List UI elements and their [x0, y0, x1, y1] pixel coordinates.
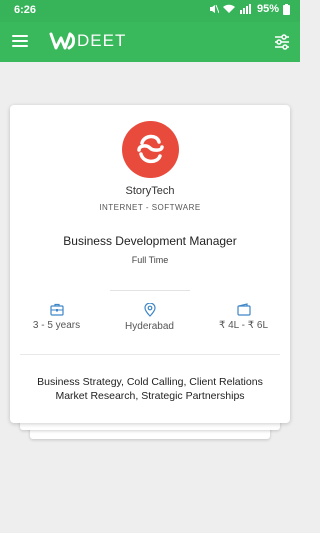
company-industry: INTERNET - SOFTWARE	[99, 203, 201, 212]
company-name: StoryTech	[125, 185, 175, 197]
location-value: Hyderabad	[125, 321, 174, 332]
skills-line: Market Research, Strategic Partnerships	[55, 390, 245, 402]
app-bar: DEET	[0, 22, 300, 62]
divider	[20, 354, 280, 355]
divider	[110, 290, 190, 291]
company-logo	[122, 121, 179, 178]
experience-meta: 3 - 5 years	[10, 303, 103, 331]
salary-meta: ₹ 4L - ₹ 6L	[197, 303, 290, 331]
job-title: Business Development Manager	[63, 234, 237, 248]
app-logo: DEET	[49, 31, 126, 51]
salary-value: ₹ 4L - ₹ 6L	[218, 320, 269, 331]
battery-icon	[283, 3, 290, 15]
wallet-icon	[236, 303, 251, 316]
skills-list: Business Strategy, Cold Calling, Client …	[10, 375, 290, 403]
location-meta: Hyderabad	[103, 303, 196, 332]
filter-sliders-icon[interactable]	[274, 34, 290, 50]
experience-value: 3 - 5 years	[32, 320, 81, 331]
status-bar: 6:26 95%	[0, 0, 300, 22]
location-pin-icon	[143, 303, 156, 317]
deet-logo-icon	[49, 32, 75, 50]
signal-icon	[239, 4, 251, 14]
storytech-logo-icon	[137, 134, 164, 164]
skills-line: Business Strategy, Cold Calling, Client …	[37, 376, 263, 388]
job-type: Full Time	[131, 255, 169, 265]
hamburger-menu-icon[interactable]	[12, 35, 28, 49]
app-brand-name: DEET	[77, 31, 127, 50]
job-card[interactable]: StoryTech INTERNET - SOFTWARE Business D…	[10, 105, 290, 423]
mute-icon	[209, 4, 219, 14]
briefcase-icon	[49, 303, 64, 316]
status-icons: 95%	[209, 3, 290, 15]
status-time: 6:26	[14, 4, 37, 16]
wifi-icon	[222, 4, 235, 13]
battery-percent: 95%	[256, 3, 279, 15]
